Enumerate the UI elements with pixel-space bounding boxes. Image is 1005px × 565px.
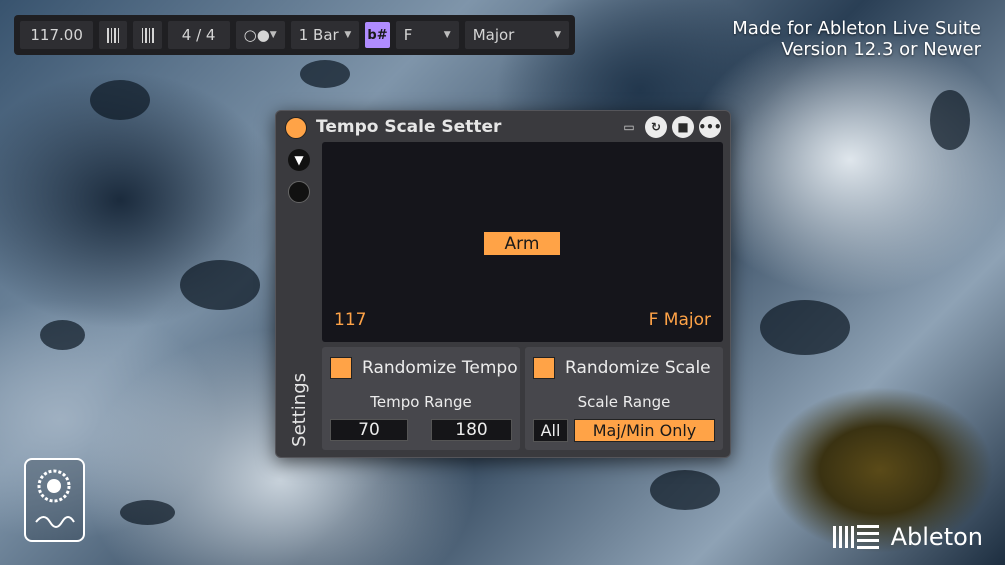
scale-range-majmin-button[interactable]: Maj/Min Only	[574, 419, 715, 442]
scale-range-label: Scale Range	[577, 393, 671, 411]
metronome-icon: ○●	[243, 26, 270, 44]
device-display: Arm 117 F Major	[322, 142, 723, 342]
tempo-min-field[interactable]: 70	[330, 419, 408, 441]
root-note-dropdown[interactable]: F ▼	[395, 21, 459, 49]
fold-triangle-icon[interactable]: ▼	[288, 149, 310, 171]
quantize-dropdown[interactable]: 1 Bar ▼	[290, 21, 360, 49]
randomize-tempo-label: Randomize Tempo	[362, 358, 518, 378]
tempo-field[interactable]: 117.00	[20, 21, 94, 49]
tap-tempo-icon[interactable]	[99, 21, 128, 49]
randomize-scale-checkbox[interactable]	[533, 357, 555, 379]
branding-text: Made for Ableton Live Suite Version 12.3…	[732, 18, 981, 60]
root-note-value: F	[403, 26, 413, 44]
quantize-value: 1 Bar	[298, 26, 339, 44]
randomize-tempo-row: Randomize Tempo	[330, 357, 518, 379]
settings-label[interactable]: Settings	[289, 373, 310, 447]
device-header-icons: ▭ ↻ ■ •••	[618, 116, 722, 138]
device-tempo-scale-setter: Tempo Scale Setter ▭ ↻ ■ ••• ▼ Settings …	[275, 110, 731, 458]
nudge-icon[interactable]	[133, 21, 162, 49]
creator-logo	[24, 458, 85, 542]
time-signature-field[interactable]: 4 / 4	[167, 21, 230, 49]
ableton-wordmark: Ableton	[890, 523, 983, 551]
device-power-button[interactable]	[285, 117, 307, 139]
branding-line-2: Version 12.3 or Newer	[781, 39, 981, 60]
scale-name-value: Major	[472, 26, 515, 44]
chevron-down-icon: ▼	[554, 30, 561, 40]
hot-swap-icon[interactable]: ↻	[645, 116, 667, 138]
randomize-tempo-checkbox[interactable]	[330, 357, 352, 379]
chevron-down-icon: ▼	[443, 30, 451, 40]
device-title: Tempo Scale Setter	[316, 117, 502, 137]
tempo-range-label: Tempo Range	[370, 393, 472, 411]
device-side-strip: ▼ Settings	[284, 145, 316, 451]
save-preset-icon[interactable]: ■	[672, 116, 694, 138]
scale-readout: F Major	[648, 310, 711, 330]
scale-range-all-button[interactable]: All	[533, 419, 568, 442]
device-calendar-icon[interactable]: ▭	[618, 116, 640, 138]
tempo-panel: Randomize Tempo Tempo Range 70 180	[322, 347, 520, 450]
metronome-toggle[interactable]: ○● ▼	[235, 21, 285, 49]
tempo-readout: 117	[334, 310, 367, 330]
randomize-scale-row: Randomize Scale	[533, 357, 711, 379]
ableton-logo: Ableton	[832, 523, 983, 551]
device-header: Tempo Scale Setter ▭ ↻ ■ •••	[276, 111, 730, 143]
randomize-scale-label: Randomize Scale	[565, 358, 711, 378]
scale-name-dropdown[interactable]: Major ▼	[464, 21, 569, 49]
creator-logo-icon	[35, 469, 75, 528]
device-activator-button[interactable]	[288, 181, 310, 203]
scale-panel: Randomize Scale Scale Range All Maj/Min …	[525, 347, 723, 450]
transport-bar: 117.00 4 / 4 ○● ▼ 1 Bar ▼ b# F ▼ Major ▼	[14, 15, 575, 55]
chevron-down-icon: ▼	[344, 30, 352, 40]
more-options-icon[interactable]: •••	[699, 116, 722, 138]
branding-line-1: Made for Ableton Live Suite	[732, 18, 981, 39]
ableton-mark-icon	[832, 525, 879, 549]
arm-button[interactable]: Arm	[484, 232, 560, 255]
chevron-down-icon: ▼	[269, 30, 277, 40]
scale-mode-toggle[interactable]: b#	[365, 22, 390, 48]
tempo-max-field[interactable]: 180	[431, 419, 512, 441]
